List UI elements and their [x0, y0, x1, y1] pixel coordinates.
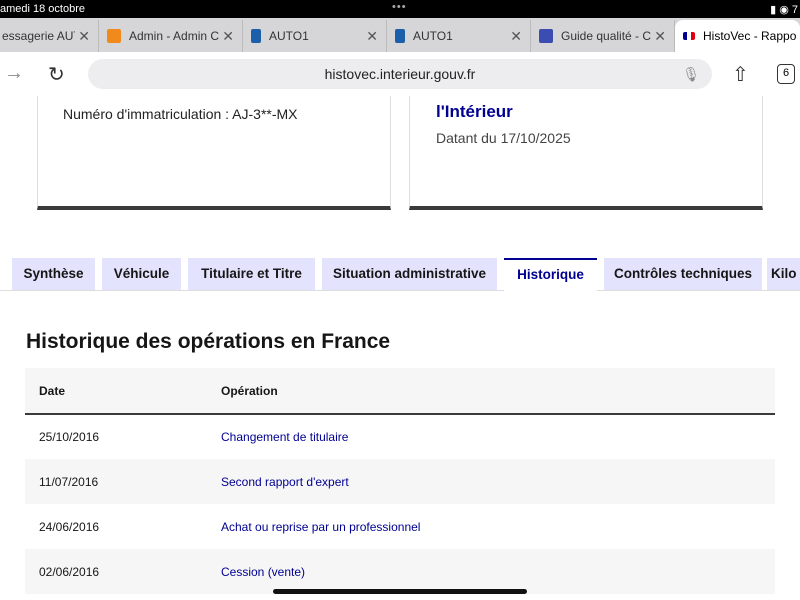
browser-tab-bar: essagerie AUT ✕ Admin - Admin C ✕ AUTO1 ✕ A…: [0, 18, 800, 52]
favicon-icon: [395, 29, 405, 43]
tab-situation[interactable]: Situation administrative: [322, 258, 497, 290]
home-indicator[interactable]: [273, 589, 527, 594]
table-row: 25/10/2016 Changement de titulaire: [25, 414, 775, 459]
forward-icon[interactable]: →: [4, 62, 24, 85]
historique-panel: Historique des opérations en France Date…: [0, 292, 800, 600]
column-header: Opération: [221, 368, 775, 415]
operation-cell: Cession (vente): [221, 549, 775, 594]
operation-cell: Second rapport d'expert: [221, 459, 775, 504]
reload-icon[interactable]: ↻: [48, 62, 65, 87]
browser-tab[interactable]: Guide qualité - C ✕: [531, 20, 675, 52]
tab-vehicule[interactable]: Véhicule: [102, 258, 181, 290]
section-title: Historique des opérations en France: [26, 330, 391, 353]
browser-tab[interactable]: Admin - Admin C ✕: [99, 20, 243, 52]
browser-tab[interactable]: essagerie AUT ✕: [0, 20, 99, 52]
report-date: Datant du 17/10/2025: [436, 130, 571, 146]
browser-tab[interactable]: AUTO1 ✕: [243, 20, 387, 52]
operation-cell: Changement de titulaire: [221, 430, 349, 444]
microphone-icon[interactable]: 🎙: [682, 59, 700, 89]
date-cell: 02/06/2016: [25, 549, 221, 594]
date-cell: 11/07/2016: [25, 459, 221, 504]
favicon-icon: [251, 29, 261, 43]
close-icon[interactable]: ✕: [363, 27, 378, 45]
operation-cell: Achat ou reprise par un professionnel: [221, 519, 421, 534]
address-bar[interactable]: histovec.interieur.gouv.fr 🎙: [88, 59, 712, 89]
date-cell: 24/06/2016: [39, 519, 100, 534]
tab-label: HistoVec - Rappo: [703, 29, 797, 43]
close-icon[interactable]: ✕: [507, 27, 522, 45]
tab-controles[interactable]: Contrôles techniques: [604, 258, 762, 290]
table-row: 02/06/2016 Cession (vente): [25, 549, 775, 594]
tab-titulaire[interactable]: Titulaire et Titre: [188, 258, 315, 290]
status-icons: ▮ ◉ 7: [770, 4, 798, 16]
browser-tab[interactable]: AUTO1 ✕: [387, 20, 531, 52]
table-row: 24/06/2016 Achat ou reprise par un profes…: [25, 504, 775, 549]
browser-tab-active[interactable]: HistoVec - Rappo: [675, 20, 800, 52]
close-icon[interactable]: ✕: [651, 27, 666, 45]
tab-kilometrage[interactable]: Kilo: [767, 258, 800, 290]
vehicle-card: Numéro d'immatriculation : AJ-3**-MX: [37, 96, 391, 210]
status-date: amedi 18 octobre: [0, 3, 85, 15]
source-card: l'Intérieur Datant du 17/10/2025: [409, 96, 763, 210]
tab-label: Guide qualité - C: [561, 29, 652, 43]
browser-toolbar: → ↻ histovec.interieur.gouv.fr 🎙 ⇧ 6: [0, 52, 800, 96]
url-text: histovec.interieur.gouv.fr: [324, 66, 476, 82]
share-icon[interactable]: ⇧: [732, 62, 749, 87]
operations-table: Date Opération 25/10/2016 Changement de ti…: [25, 368, 775, 594]
tab-label: essagerie AUT: [2, 29, 81, 43]
close-icon[interactable]: ✕: [75, 27, 90, 45]
multitask-dots[interactable]: •••: [392, 1, 407, 13]
close-icon[interactable]: ✕: [219, 27, 234, 45]
tab-label: Admin - Admin C: [129, 29, 220, 43]
favicon-icon: [539, 29, 553, 43]
status-bar: amedi 18 octobre ••• ▮ ◉ 7: [0, 0, 800, 18]
card-heading: l'Intérieur: [436, 102, 513, 121]
tab-synthese[interactable]: Synthèse: [12, 258, 95, 290]
registration-number: Numéro d'immatriculation : AJ-3**-MX: [63, 106, 298, 122]
tab-historique[interactable]: Historique: [504, 258, 597, 292]
favicon-icon: [107, 29, 121, 43]
tab-label: AUTO1: [269, 29, 309, 43]
report-tabs: Synthèse Véhicule Titulaire et Titre Sit…: [0, 258, 800, 292]
tab-label: AUTO1: [413, 29, 453, 43]
french-flag-icon: [683, 32, 695, 40]
table-row: 11/07/2016 Second rapport d'expert: [25, 459, 775, 504]
column-header: Date: [25, 368, 221, 415]
date-cell: 25/10/2016: [39, 430, 100, 444]
tab-count-button[interactable]: 6: [777, 64, 795, 84]
